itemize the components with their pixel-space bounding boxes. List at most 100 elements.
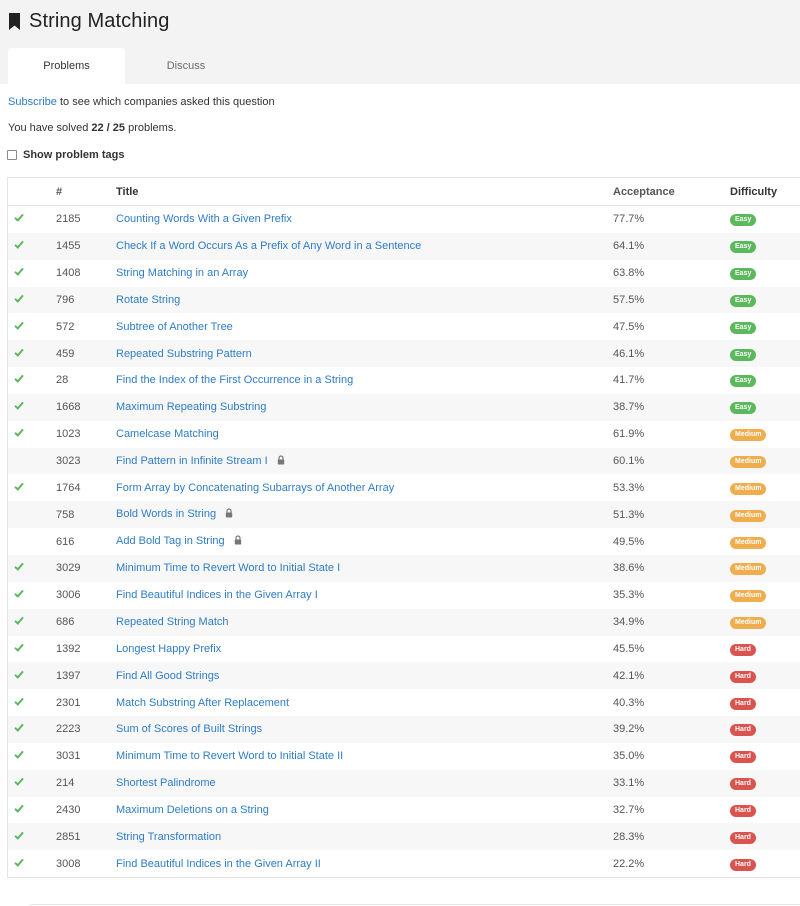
check-icon [14, 213, 24, 225]
difficulty-badge: Easy [730, 214, 757, 227]
problem-title-link[interactable]: String Transformation [116, 831, 221, 843]
problem-title-link[interactable]: Rotate String [116, 294, 180, 306]
problem-title-link[interactable]: Add Bold Tag in String [116, 535, 225, 547]
difficulty-badge: Hard [730, 831, 756, 844]
problem-title-link[interactable]: Longest Happy Prefix [116, 643, 221, 655]
difficulty-cell: Easy [730, 206, 800, 233]
title-cell: Minimum Time to Revert Word to Initial S… [116, 554, 613, 582]
problem-title-link[interactable]: Maximum Repeating Substring [116, 401, 266, 413]
solved-cell [8, 743, 56, 770]
table-row: 459 Repeated Substring Pattern 46.1% Easy [8, 340, 800, 368]
solved-cell [8, 421, 56, 448]
acceptance-rate: 64.1% [613, 232, 730, 260]
title-cell: Find the Index of the First Occurrence i… [116, 367, 613, 394]
problem-number: 3008 [56, 857, 81, 870]
problem-title-link[interactable]: Counting Words With a Given Prefix [116, 213, 292, 225]
problem-number: 1668 [56, 393, 116, 421]
difficulty-cell: Easy [730, 393, 800, 421]
difficulty-badge: Medium [730, 563, 767, 576]
show-tags-toggle[interactable]: Show problem tags [7, 149, 124, 161]
problem-title-link[interactable]: Bold Words in String [116, 508, 216, 520]
difficulty-cell: Hard [730, 797, 800, 824]
difficulty-badge: Easy [730, 294, 757, 307]
problem-title-link[interactable]: Camelcase Matching [116, 428, 219, 440]
table-body: 2185 Counting Words With a Given Prefix 77… [8, 206, 800, 878]
check-icon [14, 428, 24, 440]
problem-title-link[interactable]: Minimum Time to Revert Word to Initial S… [116, 562, 340, 574]
title-cell: String Transformation [116, 823, 613, 851]
problem-title-link[interactable]: Match Substring After Replacement [116, 697, 289, 709]
problem-table: # Title Acceptance Difficulty 2185 Counti… [8, 178, 800, 877]
difficulty-badge: Easy [730, 375, 757, 388]
problem-title-link[interactable]: Find Beautiful Indices in the Given Arra… [116, 858, 321, 870]
acceptance-rate: 34.9% [613, 608, 730, 636]
title-cell: Counting Words With a Given Prefix [116, 206, 613, 233]
solved-cell [8, 232, 56, 260]
solved-cell [8, 850, 56, 877]
problem-number: 3031 [56, 750, 81, 763]
problem-title-link[interactable]: Check If a Word Occurs As a Prefix of An… [116, 240, 421, 252]
difficulty-cell: Hard [730, 662, 800, 690]
problem-title-link[interactable]: Find the Index of the First Occurrence i… [116, 374, 353, 386]
problem-title-link[interactable]: Find All Good Strings [116, 670, 219, 682]
problem-title-link[interactable]: Find Beautiful Indices in the Given Arra… [116, 589, 318, 601]
check-icon [14, 267, 24, 279]
solved-cell [8, 501, 56, 529]
solved-cell [8, 474, 56, 501]
title-cell: Subtree of Another Tree [116, 313, 613, 340]
problem-title-link[interactable]: Form Array by Concatenating Subarrays of… [116, 482, 394, 494]
acceptance-rate: 41.7% [613, 374, 645, 387]
check-icon [14, 482, 24, 494]
acceptance-rate: 45.5% [613, 642, 645, 655]
problem-title-link[interactable]: Repeated Substring Pattern [116, 348, 252, 360]
difficulty-badge: Medium [730, 509, 767, 522]
acceptance-rate: 47.5% [613, 320, 645, 333]
problem-title-link[interactable]: Shortest Palindrome [116, 777, 216, 789]
tab-discuss[interactable]: Discuss [125, 48, 247, 84]
check-icon [14, 401, 24, 413]
table-row: 2851 String Transformation 28.3% Hard [8, 823, 800, 851]
title-cell: Find Pattern in Infinite Stream I [116, 447, 613, 475]
solved-cell [8, 662, 56, 690]
subscribe-link[interactable]: Subscribe [8, 96, 57, 108]
solved-cell [8, 313, 56, 340]
acceptance-rate: 39.2% [613, 716, 730, 743]
difficulty-cell: Medium [730, 447, 800, 475]
header-title[interactable]: Title [116, 178, 613, 206]
acceptance-rate: 49.5% [613, 535, 645, 548]
problem-title-link[interactable]: Find Pattern in Infinite Stream I [116, 455, 268, 467]
solved-cell [8, 528, 56, 555]
problem-title-link[interactable]: Sum of Scores of Built Strings [116, 723, 262, 735]
solved-cell [8, 286, 56, 314]
difficulty-cell: Easy [730, 340, 800, 368]
title-cell: Camelcase Matching [116, 421, 613, 448]
problem-number: 758 [56, 501, 116, 529]
table-row: 3008 Find Beautiful Indices in the Given … [8, 850, 800, 877]
problem-title-link[interactable]: String Matching in an Array [116, 267, 248, 279]
table-row: 1023 Camelcase Matching 61.9% Medium [8, 421, 800, 448]
table-row: 572 Subtree of Another Tree 47.5% Easy [8, 313, 800, 340]
problem-title-link[interactable]: Minimum Time to Revert Word to Initial S… [116, 750, 343, 762]
problem-title-link[interactable]: Repeated String Match [116, 616, 229, 628]
header-acceptance[interactable]: Acceptance [613, 178, 730, 206]
acceptance-rate: 61.9% [613, 428, 645, 441]
problem-title-link[interactable]: Maximum Deletions on a String [116, 804, 269, 816]
lock-icon [277, 454, 285, 468]
difficulty-badge: Easy [730, 348, 757, 361]
show-tags-checkbox[interactable] [7, 150, 17, 160]
header-number[interactable]: # [56, 178, 116, 206]
problem-title-link[interactable]: Subtree of Another Tree [116, 321, 233, 333]
title-cell: Find All Good Strings [116, 662, 613, 690]
difficulty-cell: Easy [730, 367, 800, 394]
header-difficulty[interactable]: Difficulty [730, 178, 800, 206]
table-header-row: # Title Acceptance Difficulty [8, 178, 800, 206]
tab-problems[interactable]: Problems [8, 48, 125, 84]
problem-number: 2430 [56, 803, 81, 816]
acceptance-rate: 38.7% [613, 393, 730, 421]
table-row: 214 Shortest Palindrome 33.1% Hard [8, 769, 800, 797]
difficulty-badge: Hard [730, 858, 756, 871]
acceptance-rate: 33.1% [613, 769, 730, 797]
page-title: String Matching [29, 10, 170, 32]
acceptance-rate: 51.3% [613, 501, 730, 529]
table-row: 28 Find the Index of the First Occurrence… [8, 367, 800, 394]
